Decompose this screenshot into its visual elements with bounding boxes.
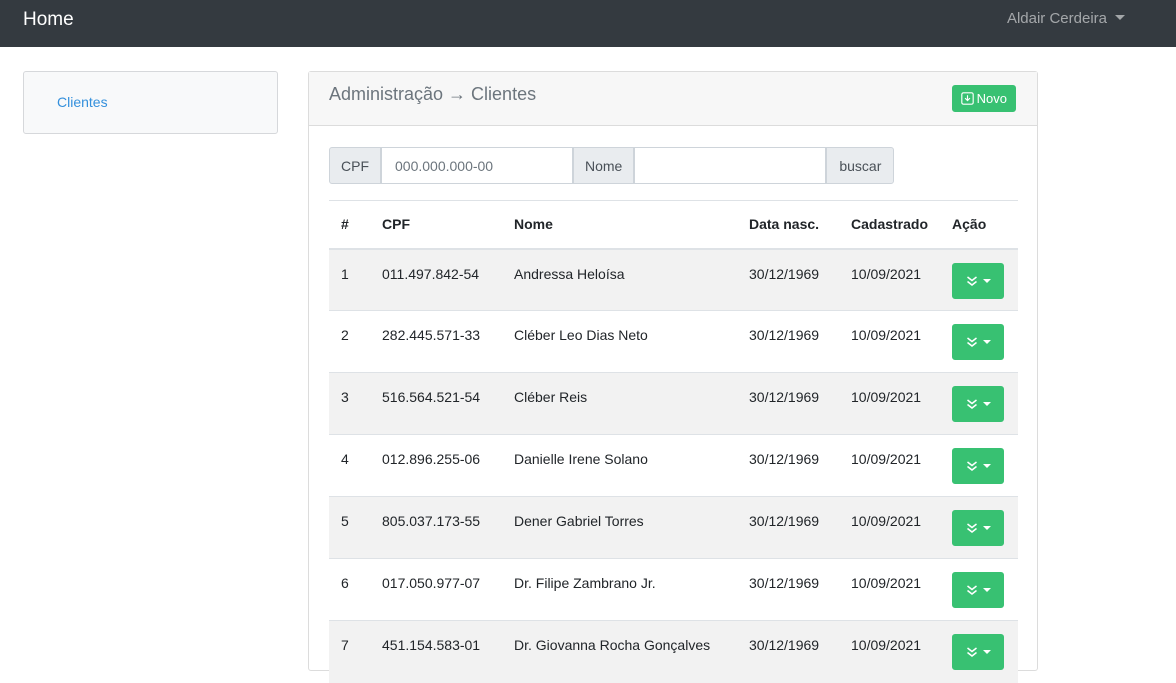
cell-cadastrado: 10/09/2021	[839, 310, 941, 373]
double-chevron-down-icon	[966, 461, 977, 471]
sidebar-item-clientes[interactable]: Clientes	[57, 94, 108, 110]
cell-nome: Danielle Irene Solano	[502, 434, 737, 497]
table-row: 7 451.154.583-01 Dr. Giovanna Rocha Gonç…	[329, 620, 1018, 683]
double-chevron-down-icon	[966, 399, 977, 409]
double-chevron-down-icon	[966, 275, 977, 286]
row-action-dropdown-button[interactable]	[952, 572, 1005, 608]
col-header-cpf: CPF	[370, 200, 502, 250]
table-header-row: # CPF Nome Data nasc. Cadastrado Ação	[329, 200, 1018, 250]
cell-nome: Dener Gabriel Torres	[502, 496, 737, 559]
cell-cadastrado: 10/09/2021	[839, 372, 941, 435]
user-dropdown[interactable]: Aldair Cerdeira	[1007, 10, 1125, 27]
table-row: 4 012.896.255-06 Danielle Irene Solano 3…	[329, 434, 1018, 497]
row-action-dropdown-button[interactable]	[952, 634, 1005, 670]
col-header-acao: Ação	[940, 200, 1018, 250]
caret-down-icon	[982, 588, 991, 592]
caret-down-icon	[982, 402, 991, 406]
page-title: Administração → Clientes	[329, 84, 537, 104]
table-row: 1 011.497.842-54 Andressa Heloísa 30/12/…	[329, 248, 1018, 311]
cell-cadastrado: 10/09/2021	[839, 558, 941, 621]
caret-down-icon	[1115, 15, 1125, 20]
user-name: Aldair Cerdeira	[1006, 10, 1107, 27]
cell-number: 6	[329, 558, 370, 621]
search-form: CPF Nome buscar	[329, 147, 895, 184]
cell-number: 2	[329, 310, 370, 373]
top-navbar: Home Aldair Cerdeira	[0, 0, 1176, 47]
cell-cpf: 805.037.173-55	[370, 496, 502, 559]
cell-nome: Dr. Filipe Zambrano Jr.	[502, 558, 737, 621]
cell-action	[940, 248, 1018, 311]
cell-data-nasc: 30/12/1969	[737, 372, 839, 435]
cpf-label: CPF	[329, 147, 381, 184]
row-action-dropdown-button[interactable]	[952, 324, 1005, 360]
col-header-data-nasc: Data nasc.	[737, 200, 839, 250]
table-row: 2 282.445.571-33 Cléber Leo Dias Neto 30…	[329, 310, 1018, 373]
cell-cpf: 516.564.521-54	[370, 372, 502, 435]
table-row: 3 516.564.521-54 Cléber Reis 30/12/1969 …	[329, 372, 1018, 435]
name-input[interactable]	[634, 147, 827, 184]
table-row: 6 017.050.977-07 Dr. Filipe Zambrano Jr.…	[329, 558, 1018, 621]
cell-nome: Cléber Reis	[502, 372, 737, 435]
double-chevron-down-icon	[966, 647, 977, 657]
cell-cpf: 282.445.571-33	[370, 310, 502, 373]
cell-cadastrado: 10/09/2021	[839, 434, 941, 497]
cell-data-nasc: 30/12/1969	[737, 620, 839, 683]
cell-action	[940, 496, 1018, 559]
clients-card: Administração → Clientes Novo CPF Nome b…	[308, 71, 1038, 683]
cell-nome: Andressa Heloísa	[502, 248, 737, 311]
cell-action	[940, 620, 1018, 683]
cell-cpf: 451.154.583-01	[370, 620, 502, 683]
table-row: 5 805.037.173-55 Dener Gabriel Torres 30…	[329, 496, 1018, 559]
cell-number: 1	[329, 248, 370, 311]
cell-data-nasc: 30/12/1969	[737, 310, 839, 373]
cell-cpf: 017.050.977-07	[370, 558, 502, 621]
row-action-dropdown-button[interactable]	[952, 386, 1005, 422]
cpf-input[interactable]	[381, 147, 573, 184]
row-action-dropdown-button[interactable]	[952, 448, 1005, 484]
double-chevron-down-icon	[966, 585, 977, 595]
cell-number: 5	[329, 496, 370, 559]
clients-table: # CPF Nome Data nasc. Cadastrado Ação 1 …	[329, 200, 1018, 683]
row-action-dropdown-button[interactable]	[952, 262, 1005, 299]
sidebar: Clientes	[23, 71, 278, 134]
cell-action	[940, 372, 1018, 435]
caret-down-icon	[982, 526, 991, 530]
cell-action	[940, 558, 1018, 621]
row-action-dropdown-button[interactable]	[952, 510, 1005, 546]
col-header-cadastrado: Cadastrado	[839, 200, 941, 250]
cell-nome: Dr. Giovanna Rocha Gonçalves	[502, 620, 737, 683]
caret-down-icon	[982, 278, 991, 283]
cell-data-nasc: 30/12/1969	[737, 434, 839, 497]
cell-cpf: 011.497.842-54	[370, 248, 502, 311]
cell-action	[940, 434, 1018, 497]
download-box-icon	[960, 92, 974, 105]
cell-cadastrado: 10/09/2021	[839, 620, 941, 683]
caret-down-icon	[982, 464, 991, 468]
cell-data-nasc: 30/12/1969	[737, 558, 839, 621]
cell-number: 4	[329, 434, 370, 497]
new-client-button[interactable]: Novo	[951, 85, 1016, 112]
cell-cadastrado: 10/09/2021	[839, 248, 941, 311]
cell-data-nasc: 30/12/1969	[737, 496, 839, 559]
col-header-number: #	[329, 200, 370, 250]
caret-down-icon	[982, 340, 991, 344]
cell-cpf: 012.896.255-06	[370, 434, 502, 497]
cell-number: 3	[329, 372, 370, 435]
cell-number: 7	[329, 620, 370, 683]
cell-nome: Cléber Leo Dias Neto	[502, 310, 737, 373]
cell-cadastrado: 10/09/2021	[839, 496, 941, 559]
brand-home-link[interactable]: Home	[23, 9, 74, 31]
search-button[interactable]: buscar	[826, 147, 895, 184]
card-header: Administração → Clientes Novo	[309, 72, 1037, 126]
new-button-label: Novo	[976, 91, 1007, 106]
cell-data-nasc: 30/12/1969	[737, 248, 839, 311]
caret-down-icon	[982, 650, 991, 654]
double-chevron-down-icon	[966, 523, 977, 533]
double-chevron-down-icon	[966, 337, 977, 347]
name-label: Nome	[573, 147, 635, 184]
cell-action	[940, 310, 1018, 373]
col-header-nome: Nome	[502, 200, 737, 250]
